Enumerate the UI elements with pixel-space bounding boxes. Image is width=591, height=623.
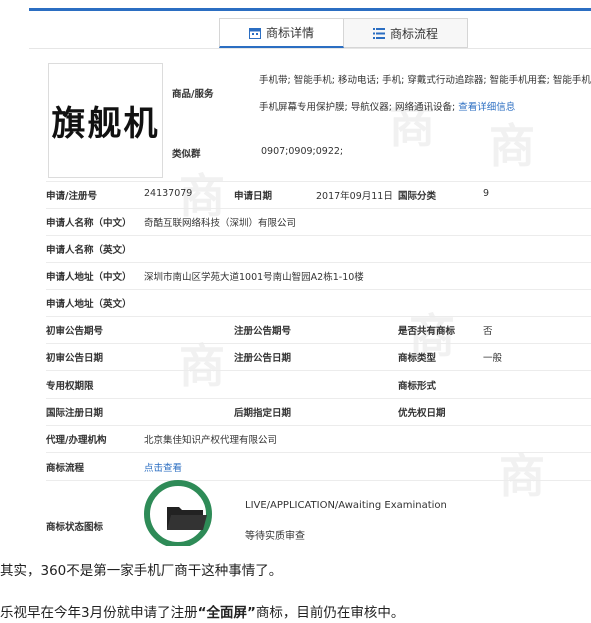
goods-services-line2: 手机屏幕专用保护膜; 导航仪器; 网络通讯设备; 查看详细信息 bbox=[259, 102, 516, 113]
mark-type-label: 商标类型 bbox=[398, 353, 437, 364]
tab-bar: 商标详情 商标流程 bbox=[219, 18, 468, 48]
reg-notice-no-label: 注册公告期号 bbox=[234, 326, 292, 337]
row-divider bbox=[46, 370, 591, 371]
status-icon-label: 商标状态图标 bbox=[46, 522, 104, 533]
tab-trademark-details[interactable]: 商标详情 bbox=[219, 18, 344, 48]
row-divider bbox=[46, 398, 591, 399]
status-text: LIVE/APPLICATION/Awaiting Examination bbox=[245, 500, 447, 511]
paragraph-2: 乐视早在今年3月份就申请了注册“全面屏”商标，目前仍在审核中。 bbox=[0, 605, 405, 621]
row-divider bbox=[46, 316, 591, 317]
list-icon bbox=[372, 27, 385, 39]
view-process-link[interactable]: 点击查看 bbox=[144, 460, 182, 474]
address-cn-label: 申请人地址（中文） bbox=[46, 272, 132, 283]
apply-date-value: 2017年09月11日 bbox=[316, 191, 393, 202]
exclusive-period-label: 专用权期限 bbox=[46, 381, 94, 392]
prelim-no-label: 初审公告期号 bbox=[46, 326, 104, 337]
row-divider bbox=[46, 262, 591, 263]
intl-reg-date-label: 国际注册日期 bbox=[46, 408, 104, 419]
intl-class-label: 国际分类 bbox=[398, 191, 437, 202]
similar-group-value: 0907;0909;0922; bbox=[261, 146, 344, 157]
prelim-date-label: 初审公告日期 bbox=[46, 353, 104, 364]
paragraph-1: 其实，360不是第一家手机厂商干这种事情了。 bbox=[0, 563, 283, 579]
later-date-label: 后期指定日期 bbox=[234, 408, 292, 419]
row-divider bbox=[46, 425, 591, 426]
view-details-link[interactable]: 查看详细信息 bbox=[458, 102, 515, 113]
goods-services-label: 商品/服务 bbox=[172, 89, 214, 100]
highlight-term: “全面屏” bbox=[197, 605, 256, 621]
intl-class-value: 9 bbox=[483, 188, 490, 199]
agent-label: 代理/办理机构 bbox=[46, 435, 107, 446]
watermark: 商 bbox=[489, 119, 535, 173]
watermark: 商 bbox=[499, 449, 545, 503]
divider bbox=[29, 48, 591, 49]
priority-date-label: 优先权日期 bbox=[398, 408, 446, 419]
shared-value: 否 bbox=[483, 326, 493, 337]
shared-label: 是否共有商标 bbox=[398, 326, 456, 337]
row-divider bbox=[46, 452, 591, 453]
agent-value: 北京集佳知识产权代理有限公司 bbox=[144, 435, 278, 446]
mark-form-label: 商标形式 bbox=[398, 381, 437, 392]
address-cn-value: 深圳市南山区学苑大道1001号南山智园A2栋1-10楼 bbox=[144, 272, 364, 283]
row-divider bbox=[46, 289, 591, 290]
applicant-en-label: 申请人名称（英文） bbox=[46, 245, 132, 256]
process-label: 商标流程 bbox=[46, 463, 85, 474]
top-accent-bar bbox=[29, 8, 591, 11]
tab-trademark-process[interactable]: 商标流程 bbox=[344, 18, 468, 48]
row-divider bbox=[46, 208, 591, 209]
trademark-logo: 旗舰机 bbox=[48, 63, 163, 178]
goods-services-line1: 手机带; 智能手机; 移动电话; 手机; 穿戴式行动追踪器; 智能手机用套; 智… bbox=[259, 75, 591, 86]
applicant-cn-value: 奇酷互联网络科技（深圳）有限公司 bbox=[144, 218, 297, 229]
tab-label: 商标流程 bbox=[389, 26, 438, 41]
reg-no-value: 24137079 bbox=[144, 188, 193, 199]
address-en-label: 申请人地址（英文） bbox=[46, 299, 132, 310]
tab-label: 商标详情 bbox=[265, 26, 314, 40]
status-subtext: 等待实质审查 bbox=[245, 531, 305, 542]
row-divider bbox=[46, 235, 591, 236]
row-divider bbox=[46, 343, 591, 344]
row-divider bbox=[46, 181, 591, 182]
calendar-icon bbox=[248, 27, 261, 39]
trademark-detail-panel: 商标详情 商标流程 商 商 商 商 商 商 旗舰机 商品/服务 手机带; 智能手… bbox=[29, 0, 591, 546]
mark-type-value: 一般 bbox=[483, 353, 503, 364]
reg-notice-date-label: 注册公告日期 bbox=[234, 353, 292, 364]
watermark: 商 bbox=[179, 339, 225, 393]
applicant-cn-label: 申请人名称（中文） bbox=[46, 218, 132, 229]
apply-date-label: 申请日期 bbox=[234, 191, 273, 202]
row-divider bbox=[46, 480, 591, 481]
reg-no-label: 申请/注册号 bbox=[46, 191, 97, 202]
similar-group-label: 类似群 bbox=[172, 149, 201, 160]
folder-icon bbox=[167, 507, 207, 530]
